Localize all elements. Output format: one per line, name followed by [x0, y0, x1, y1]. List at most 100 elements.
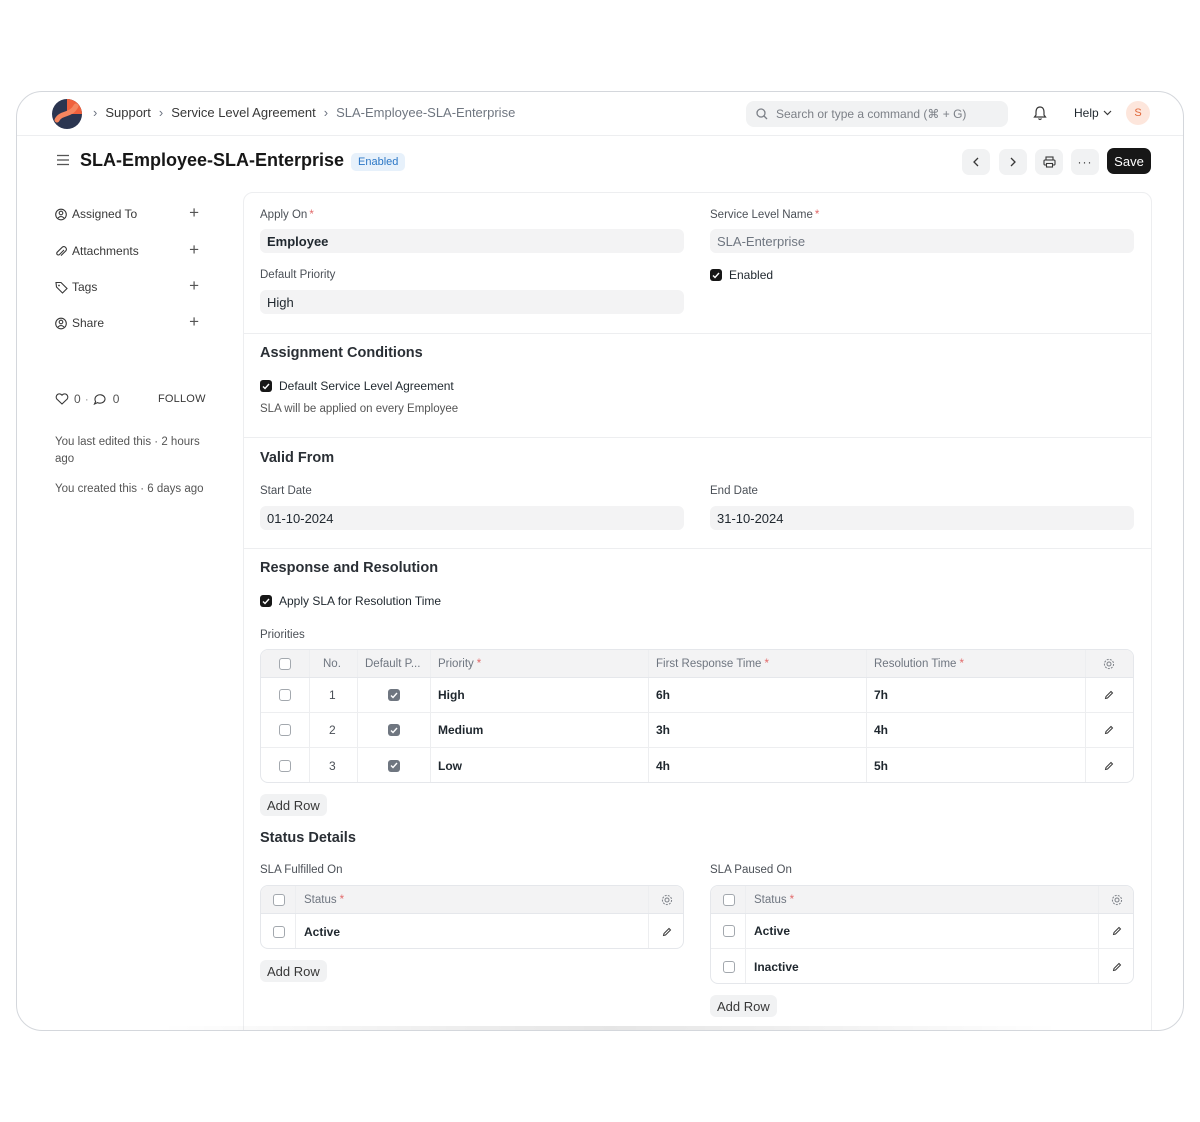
paperclip-icon: [55, 245, 69, 258]
select-all-checkbox-cell[interactable]: [279, 650, 298, 677]
more-actions-button[interactable]: ···: [1071, 149, 1099, 175]
avatar[interactable]: S: [1126, 101, 1150, 125]
row-status[interactable]: Inactive: [754, 949, 799, 983]
table-row[interactable]: 3 Low 4h 5h: [261, 748, 1133, 782]
add-priority-row-button[interactable]: Add Row: [260, 794, 327, 816]
previous-button[interactable]: [962, 149, 990, 175]
plus-icon[interactable]: +: [189, 204, 199, 221]
table-row[interactable]: Active: [711, 914, 1133, 949]
row-select-checkbox[interactable]: [723, 960, 735, 973]
end-date-field[interactable]: 31-10-2024: [710, 506, 1134, 530]
row-resolution[interactable]: 7h: [874, 678, 888, 712]
comment-icon[interactable]: [93, 393, 107, 405]
app-logo-icon[interactable]: [51, 98, 83, 130]
row-select-checkbox[interactable]: [279, 724, 291, 736]
check-icon: [262, 598, 270, 605]
default-sla-label: Default Service Level Agreement: [279, 379, 454, 393]
row-status[interactable]: Active: [754, 914, 790, 948]
chevron-left-icon: [973, 157, 979, 167]
add-paused-row-button[interactable]: Add Row: [710, 995, 777, 1017]
row-resolution[interactable]: 5h: [874, 748, 888, 782]
row-select-checkbox[interactable]: [273, 925, 285, 938]
divider: [244, 548, 1151, 549]
row-priority[interactable]: Medium: [438, 713, 483, 747]
row-select-checkbox[interactable]: [279, 689, 291, 701]
select-all-checkbox[interactable]: [723, 893, 735, 906]
breadcrumb-sla[interactable]: Service Level Agreement: [171, 105, 316, 120]
service-level-name-field[interactable]: SLA-Enterprise: [710, 229, 1134, 253]
apply-on-field[interactable]: Employee: [260, 229, 684, 253]
priorities-label: Priorities: [260, 629, 305, 641]
table-row[interactable]: 1 High 6h 7h: [261, 678, 1133, 713]
apply-resolution-label: Apply SLA for Resolution Time: [279, 594, 442, 608]
select-all-checkbox[interactable]: [279, 657, 291, 670]
plus-icon[interactable]: +: [189, 313, 199, 330]
enabled-checkbox-row[interactable]: Enabled: [710, 268, 773, 282]
printer-icon: [1042, 156, 1056, 168]
default-sla-checkbox-row[interactable]: Default Service Level Agreement: [260, 379, 454, 393]
sidebar-toggle-icon[interactable]: [56, 154, 70, 166]
breadcrumb-support[interactable]: Support: [105, 105, 151, 120]
table-header: No. Default P... Priority * First Respons…: [261, 650, 1133, 678]
row-edit-button[interactable]: [1112, 914, 1122, 948]
chevron-right-icon: ›: [93, 105, 98, 120]
default-priority-checkbox[interactable]: [388, 724, 400, 736]
select-all-checkbox[interactable]: [273, 893, 285, 906]
column-settings-button[interactable]: [1111, 886, 1123, 913]
sidebar-item-assigned-to[interactable]: Assigned To +: [55, 204, 199, 223]
row-edit-button[interactable]: [1112, 949, 1122, 983]
default-priority-checkbox[interactable]: [388, 759, 400, 772]
chevron-right-icon: ›: [323, 105, 329, 120]
plus-icon[interactable]: +: [189, 241, 199, 258]
follow-button[interactable]: FOLLOW: [158, 393, 206, 405]
user-assign-icon: [55, 208, 69, 221]
column-settings-button[interactable]: [661, 886, 673, 913]
plus-icon[interactable]: +: [189, 277, 199, 294]
start-date-field[interactable]: 01-10-2024: [260, 506, 684, 530]
bell-icon[interactable]: [1033, 105, 1047, 121]
default-sla-checkbox[interactable]: [260, 380, 272, 392]
app-window: › Support › Service Level Agreement › SL…: [16, 91, 1184, 1031]
row-edit-button[interactable]: [1104, 678, 1114, 712]
default-priority-field[interactable]: High: [260, 290, 684, 314]
row-status[interactable]: Active: [304, 914, 340, 948]
print-button[interactable]: [1035, 149, 1063, 175]
table-row[interactable]: 2 Medium 3h 4h: [261, 713, 1133, 748]
row-first-response[interactable]: 3h: [656, 713, 670, 747]
row-edit-button[interactable]: [662, 914, 672, 948]
enabled-checkbox[interactable]: [710, 269, 722, 281]
column-settings-button[interactable]: [1103, 650, 1115, 677]
table-row[interactable]: Inactive: [711, 949, 1133, 983]
save-button[interactable]: Save: [1107, 148, 1151, 174]
row-priority[interactable]: High: [438, 678, 465, 712]
apply-resolution-checkbox-row[interactable]: Apply SLA for Resolution Time: [260, 594, 441, 608]
row-no: 1: [329, 688, 336, 702]
search-icon: [756, 108, 768, 120]
row-priority[interactable]: Low: [438, 748, 462, 782]
sidebar-item-label: Tags: [72, 280, 98, 294]
check-icon: [390, 692, 398, 699]
row-first-response[interactable]: 4h: [656, 748, 670, 782]
row-edit-button[interactable]: [1104, 713, 1114, 747]
search-input[interactable]: Search or type a command (⌘ + G): [746, 101, 1008, 127]
sidebar-item-tags[interactable]: Tags +: [55, 277, 199, 296]
row-select-checkbox[interactable]: [279, 759, 291, 772]
pencil-icon: [1104, 761, 1114, 770]
row-resolution[interactable]: 4h: [874, 713, 888, 747]
row-edit-button[interactable]: [1104, 748, 1114, 782]
sidebar-item-label: Attachments: [72, 244, 139, 258]
sidebar-item-attachments[interactable]: Attachments +: [55, 241, 199, 260]
next-button[interactable]: [999, 149, 1027, 175]
divider: [244, 437, 1151, 438]
default-priority-checkbox[interactable]: [388, 689, 400, 701]
add-fulfilled-row-button[interactable]: Add Row: [260, 960, 327, 982]
col-status: Status *: [754, 893, 795, 906]
heart-icon[interactable]: [55, 393, 69, 405]
apply-resolution-checkbox[interactable]: [260, 595, 272, 607]
row-select-checkbox[interactable]: [723, 925, 735, 937]
sidebar-item-label: Share: [72, 316, 105, 330]
row-first-response[interactable]: 6h: [656, 678, 670, 712]
table-row[interactable]: Active: [261, 914, 683, 948]
sidebar-item-share[interactable]: Share +: [55, 313, 199, 332]
help-dropdown[interactable]: Help: [1074, 106, 1112, 120]
